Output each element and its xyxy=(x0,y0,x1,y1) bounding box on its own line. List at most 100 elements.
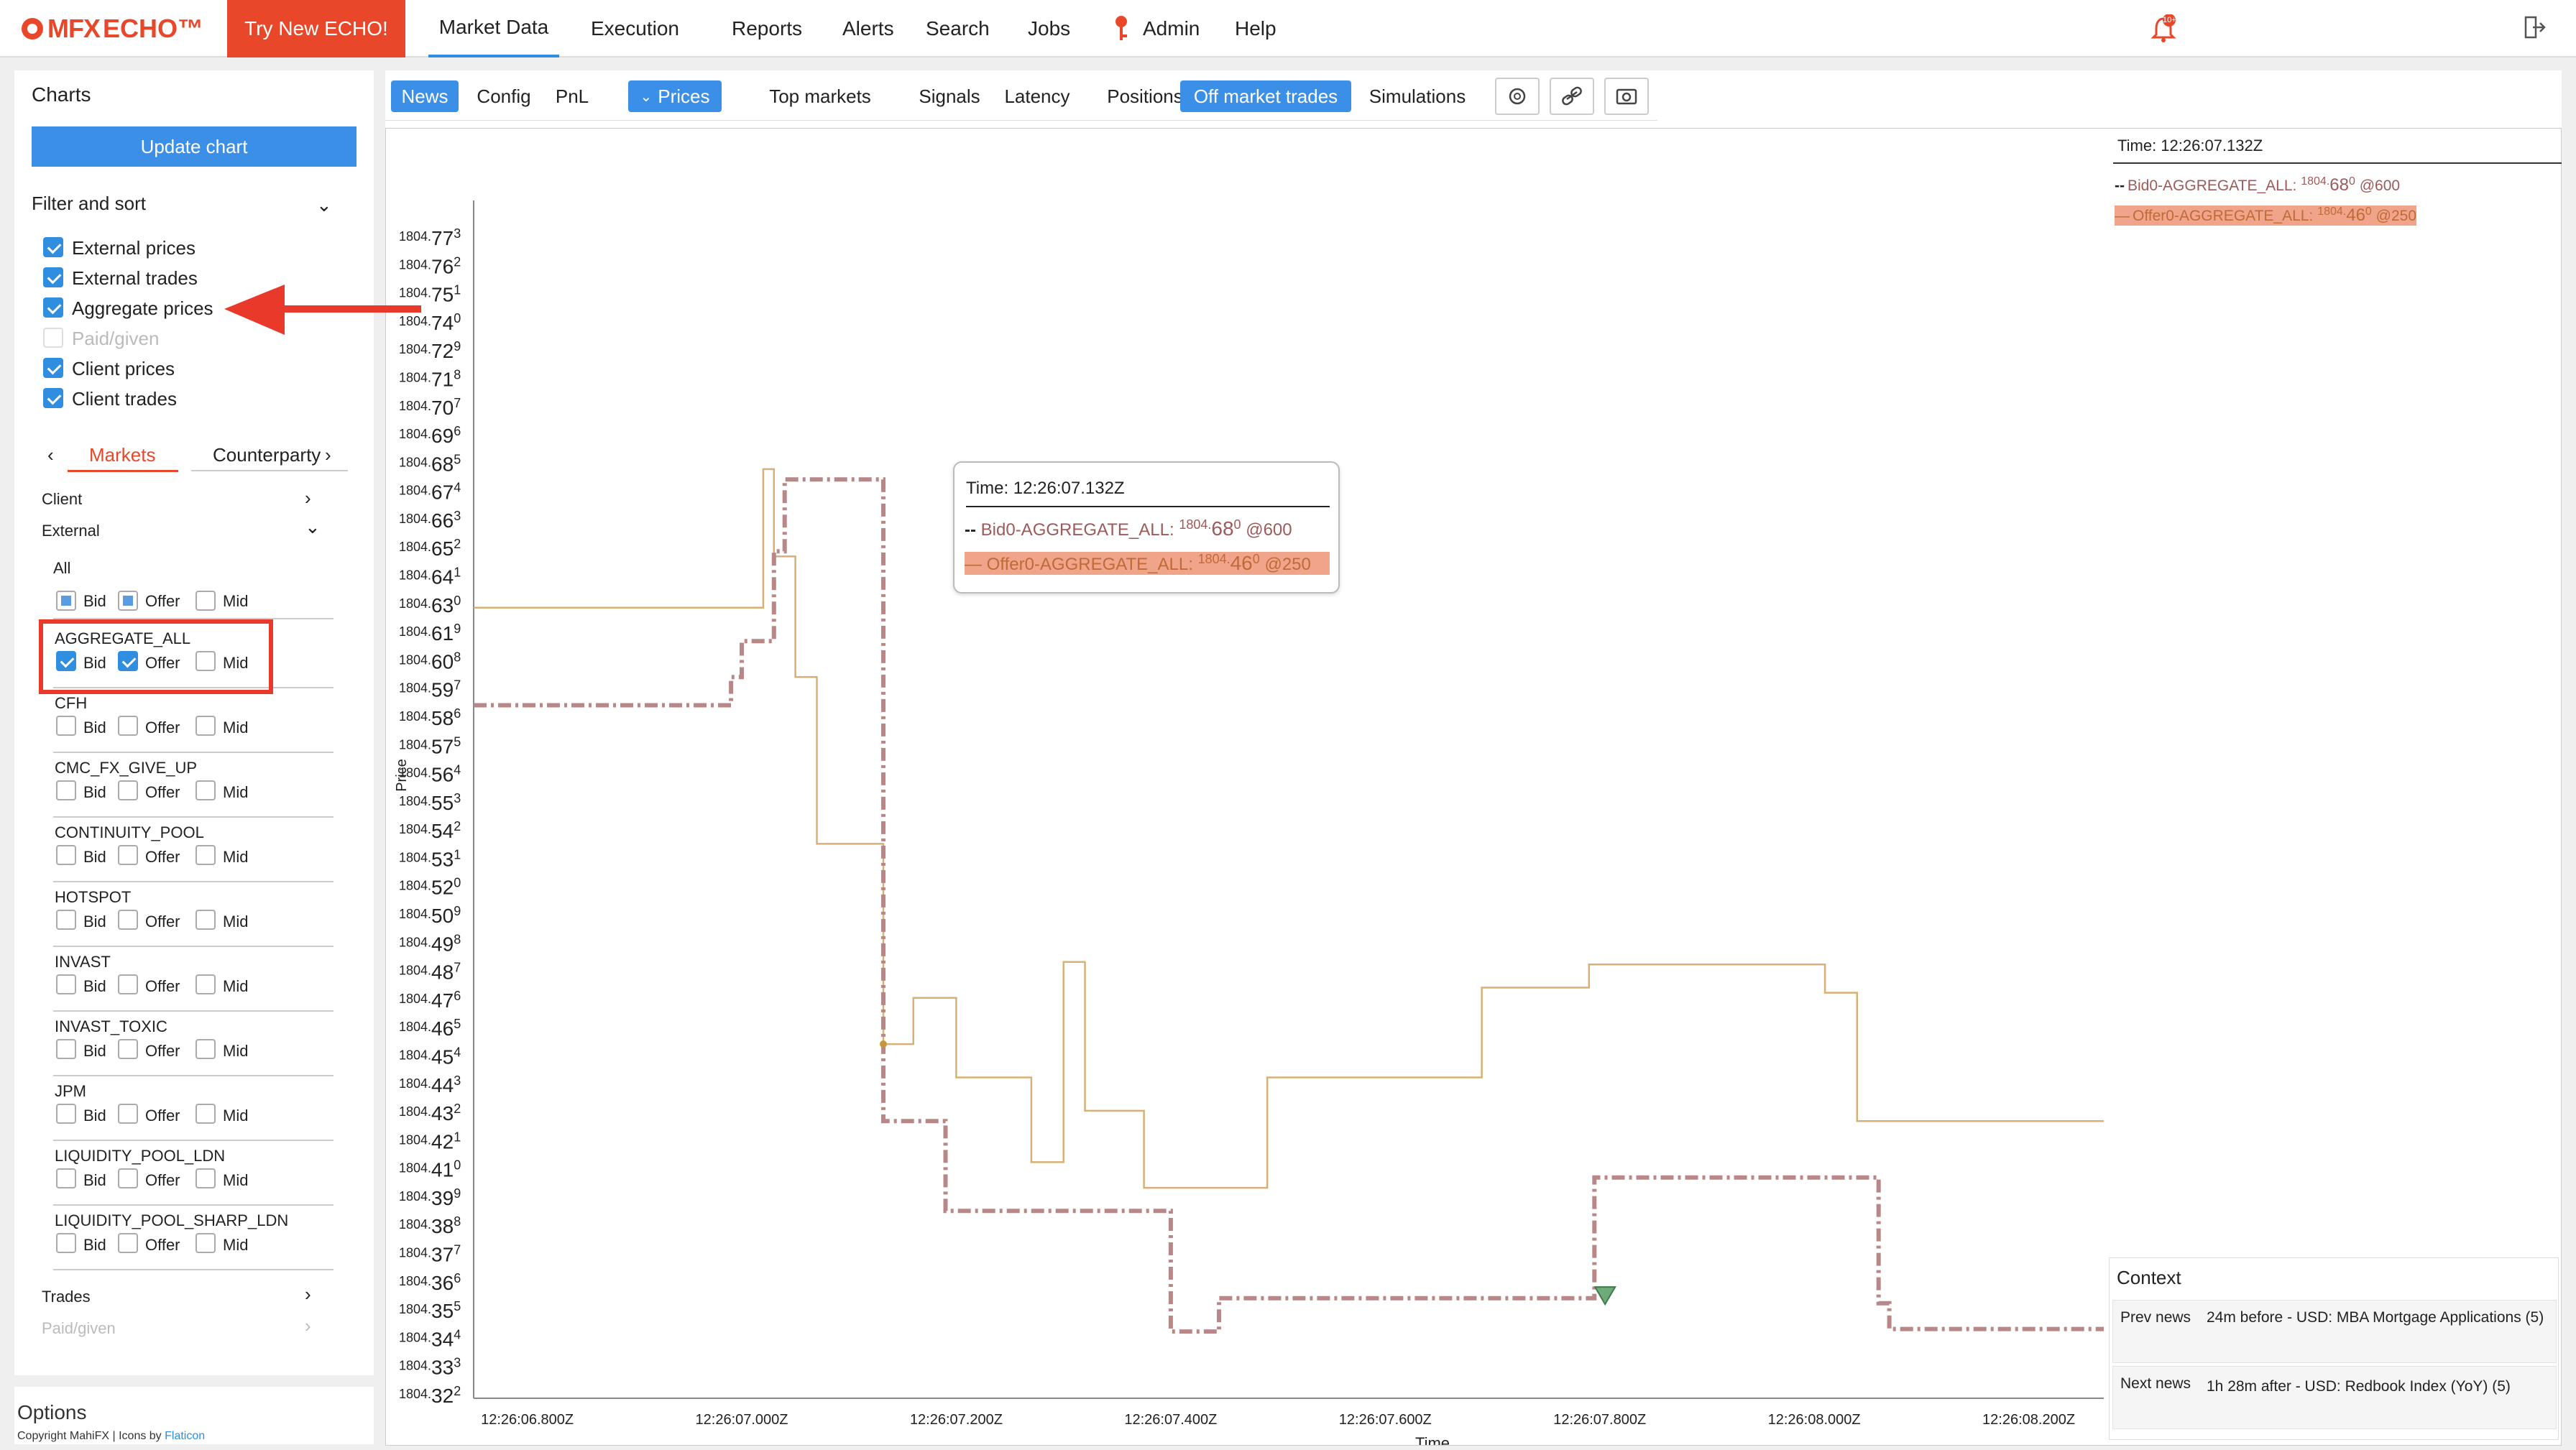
filter-and-sort-label[interactable]: Filter and sort xyxy=(32,193,146,215)
y-tick-label: 1804.465 xyxy=(399,1017,461,1040)
tab-simulations[interactable]: Simulations xyxy=(1366,80,1469,112)
nav-market-data[interactable]: Market Data xyxy=(428,0,559,57)
chevron-right-icon[interactable]: › xyxy=(305,1315,311,1337)
link-icon[interactable] xyxy=(1550,78,1594,115)
nav-execution[interactable]: Execution xyxy=(591,0,679,57)
checkbox-paid-given[interactable] xyxy=(43,328,63,348)
checkbox-offer[interactable] xyxy=(118,845,138,865)
chevron-down-icon[interactable]: ⌄ xyxy=(316,194,332,216)
checkbox-mid[interactable] xyxy=(196,1039,216,1059)
y-tick-label: 1804.399 xyxy=(399,1186,461,1209)
logo-text: MFX xyxy=(47,14,101,43)
settings-gear-icon[interactable] xyxy=(1495,78,1540,115)
checkbox-offer[interactable] xyxy=(118,1104,138,1124)
nav-help[interactable]: Help xyxy=(1235,0,1276,57)
nav-reports[interactable]: Reports xyxy=(732,0,802,57)
checkbox-bid[interactable] xyxy=(56,716,76,736)
nav-jobs[interactable]: Jobs xyxy=(1028,0,1070,57)
market-name: INVAST xyxy=(55,953,111,971)
section-external[interactable]: External xyxy=(42,522,100,540)
chevron-right-icon[interactable]: › xyxy=(305,1283,311,1306)
checkbox-bid[interactable] xyxy=(56,1233,76,1253)
checkbox-offer[interactable] xyxy=(118,1233,138,1253)
y-tick-label: 1804.553 xyxy=(399,791,461,814)
checkbox-external-trades[interactable] xyxy=(43,267,63,287)
checkbox-all-bid[interactable] xyxy=(56,591,76,611)
camera-icon[interactable] xyxy=(1604,78,1649,115)
checkbox-bid[interactable] xyxy=(56,1039,76,1059)
checkbox-mid[interactable] xyxy=(196,716,216,736)
main-panel: News Config PnL ⌄ Prices Top markets Sign… xyxy=(385,70,2562,1450)
tab-pnl[interactable]: PnL xyxy=(548,80,597,112)
nav-admin[interactable]: Admin xyxy=(1113,0,1200,57)
app-logo[interactable]: MFX ECHO™ xyxy=(22,13,203,45)
section-paid-given[interactable]: Paid/given xyxy=(42,1319,116,1338)
checkbox-offer[interactable] xyxy=(118,1039,138,1059)
checkbox-mid[interactable] xyxy=(196,1233,216,1253)
checkbox-all-offer[interactable] xyxy=(118,591,138,611)
checkbox-client-prices[interactable] xyxy=(43,358,63,378)
y-tick-label: 1804.663 xyxy=(399,509,461,532)
checkbox-offer[interactable] xyxy=(118,716,138,736)
checkbox-mid[interactable] xyxy=(196,1168,216,1188)
checkbox-bid[interactable] xyxy=(56,910,76,930)
offer-label: Offer xyxy=(145,848,180,866)
tab-counterparty[interactable]: Counterparty xyxy=(213,444,321,466)
chevron-down-icon[interactable]: ⌄ xyxy=(305,516,321,538)
tab-divider xyxy=(191,470,348,471)
line-icon: — xyxy=(965,555,982,574)
tab-next-arrow[interactable]: › xyxy=(325,444,331,466)
checkbox-mid[interactable] xyxy=(196,780,216,800)
checkbox-bid[interactable] xyxy=(56,1168,76,1188)
checkbox-mid[interactable] xyxy=(196,910,216,930)
tab-prices[interactable]: ⌄ Prices xyxy=(628,80,722,112)
y-tick-label: 1804.696 xyxy=(399,424,461,447)
checkbox-all-mid[interactable] xyxy=(196,591,216,611)
y-tick-label: 1804.333 xyxy=(399,1356,461,1379)
checkbox-offer[interactable] xyxy=(118,1168,138,1188)
checkbox-bid[interactable] xyxy=(56,974,76,994)
checkbox-offer[interactable] xyxy=(118,910,138,930)
offer-label: Offer xyxy=(145,1171,180,1189)
context-row-prev: Prev news 24m before - USD: MBA Mortgage… xyxy=(2112,1300,2557,1363)
checkbox-external-prices[interactable] xyxy=(43,237,63,257)
checkbox-bid[interactable] xyxy=(56,780,76,800)
tab-prev-arrow[interactable]: ‹ xyxy=(47,444,54,466)
checkbox-mid[interactable] xyxy=(196,974,216,994)
price-chart-area[interactable]: 1804.773 1804.762 1804.751 1804.740 1804.729… xyxy=(385,128,2562,1450)
tooltip-bid-price-sup: 0 xyxy=(1233,517,1241,532)
checkbox-mid[interactable] xyxy=(196,1104,216,1124)
bid-label: Bid xyxy=(83,848,106,866)
tooltip-offer-price-sup: 0 xyxy=(1252,552,1260,566)
bid-label: Bid xyxy=(83,1236,106,1254)
checkbox-aggregate-prices[interactable] xyxy=(43,297,63,318)
checkbox-client-trades[interactable] xyxy=(43,388,63,408)
offer-label: Offer xyxy=(145,977,180,995)
update-chart-button[interactable]: Update chart xyxy=(32,126,356,167)
tab-news[interactable]: News xyxy=(391,80,459,112)
logo-text-echo: ECHO™ xyxy=(103,14,204,43)
logout-icon[interactable] xyxy=(2521,14,2547,40)
section-trades[interactable]: Trades xyxy=(42,1288,91,1306)
tab-off-market-trades[interactable]: Off market trades xyxy=(1180,80,1351,112)
tab-markets[interactable]: Markets xyxy=(89,444,155,466)
tab-config[interactable]: Config xyxy=(470,80,538,112)
options-header[interactable]: Options xyxy=(17,1401,87,1424)
mid-label: Mid xyxy=(223,1171,249,1189)
notifications-bell-icon[interactable]: 10+ xyxy=(2150,14,2176,42)
legend-bid-price-small: 1804. xyxy=(2301,175,2330,188)
y-tick-label: 1804.762 xyxy=(399,254,461,277)
checkbox-offer[interactable] xyxy=(118,974,138,994)
checkbox-bid[interactable] xyxy=(56,1104,76,1124)
checkbox-bid[interactable] xyxy=(56,845,76,865)
divider xyxy=(53,1075,334,1076)
checkbox-offer[interactable] xyxy=(118,780,138,800)
checkbox-mid[interactable] xyxy=(196,845,216,865)
section-client[interactable]: Client xyxy=(42,490,82,509)
nav-search[interactable]: Search xyxy=(926,0,990,57)
try-new-echo-button[interactable]: Try New ECHO! xyxy=(227,0,405,57)
flaticon-link[interactable]: Flaticon xyxy=(165,1430,205,1442)
nav-alerts[interactable]: Alerts xyxy=(842,0,894,57)
tab-prices-label: Prices xyxy=(658,85,710,107)
chevron-right-icon[interactable]: › xyxy=(305,487,311,509)
